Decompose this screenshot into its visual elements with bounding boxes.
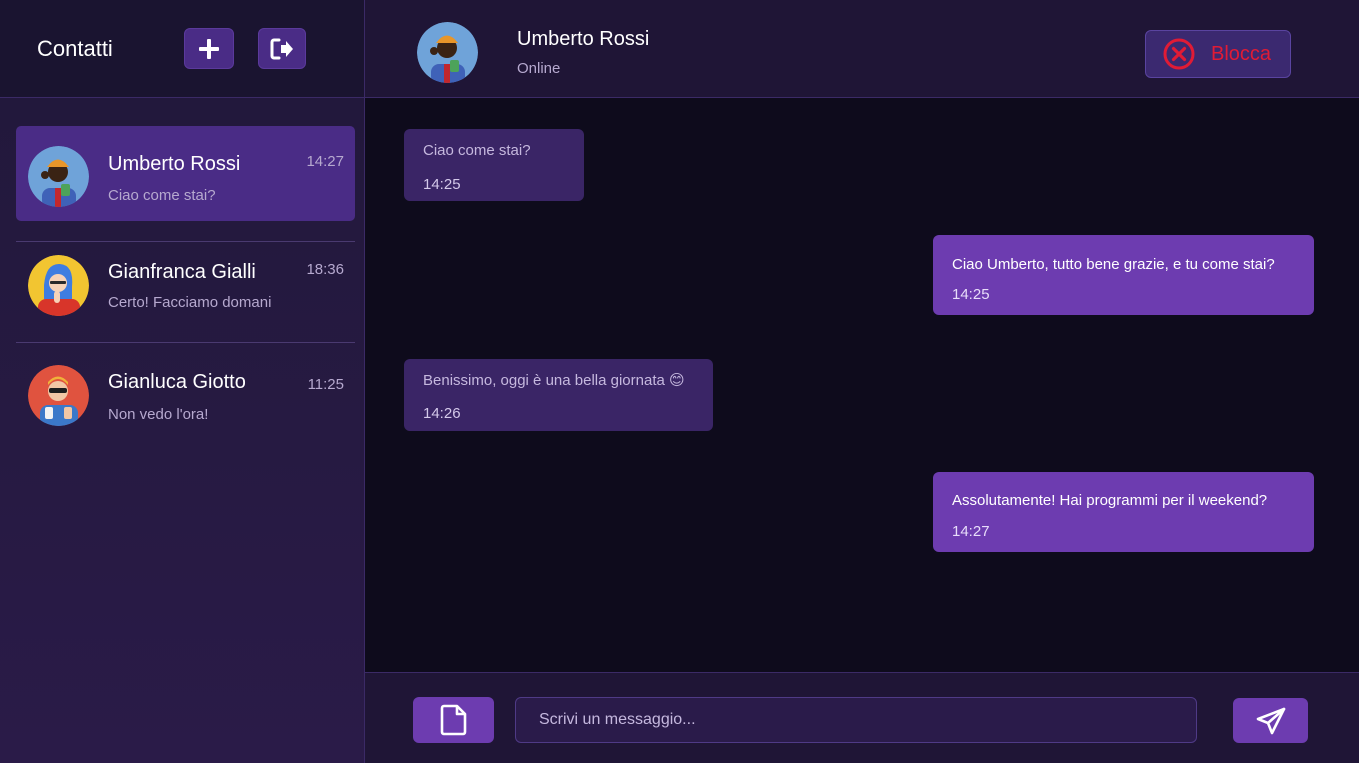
contact-name: Gianfranca Gialli <box>108 261 256 283</box>
add-contact-button[interactable] <box>184 28 234 69</box>
contact-time: 18:36 <box>306 261 344 278</box>
message-time: 14:27 <box>952 523 990 540</box>
contact-preview: Certo! Facciamo domani <box>108 294 272 311</box>
contact-item-umberto-rossi[interactable]: Umberto Rossi Ciao come stai? 14:27 <box>16 126 355 221</box>
message-text: Benissimo, oggi è una bella giornata <box>423 372 665 389</box>
block-button[interactable]: Blocca <box>1145 30 1291 78</box>
avatar <box>28 255 89 316</box>
logout-button[interactable] <box>258 28 306 69</box>
contact-name: Umberto Rossi <box>108 153 241 175</box>
message-time: 14:26 <box>423 405 461 422</box>
chat-header: Umberto Rossi Online Blocca <box>365 0 1359 98</box>
contact-time: 14:27 <box>306 153 344 170</box>
contact-item-gianfranca-gialli[interactable]: Gianfranca Gialli Certo! Facciamo domani… <box>16 242 355 337</box>
close-circle-icon <box>1163 38 1195 70</box>
messages-area: Ciao come stai? 14:25 Ciao Umberto, tutt… <box>365 98 1359 672</box>
smile-emoji-icon: 😊 <box>669 372 685 389</box>
message-time: 14:25 <box>952 286 990 303</box>
sidebar-title: Contatti <box>37 36 113 61</box>
contact-preview: Non vedo l'ora! <box>108 406 209 423</box>
file-icon <box>440 704 466 736</box>
chat-avatar <box>417 22 478 83</box>
contact-preview: Ciao come stai? <box>108 187 216 204</box>
avatar <box>28 365 89 426</box>
message-text: Assolutamente! Hai programmi per il week… <box>952 492 1268 509</box>
message-outgoing: Ciao Umberto, tutto bene grazie, e tu co… <box>933 235 1314 315</box>
message-incoming: Ciao come stai? 14:25 <box>404 129 584 201</box>
contact-name: Gianluca Giotto <box>108 371 246 393</box>
send-button[interactable] <box>1233 698 1308 743</box>
message-text-row: Benissimo, oggi è una bella giornata 😊 <box>423 371 685 389</box>
message-incoming: Benissimo, oggi è una bella giornata 😊 1… <box>404 359 713 431</box>
message-input[interactable] <box>515 697 1197 743</box>
avatar <box>28 146 89 207</box>
send-icon <box>1256 707 1285 734</box>
chat-contact-status: Online <box>517 60 561 77</box>
contacts-sidebar: Contatti Umberto Rossi Ciao come stai? 1… <box>0 0 365 763</box>
chat-app: Contatti Umberto Rossi Ciao come stai? 1… <box>0 0 1359 763</box>
sidebar-header: Contatti <box>0 0 364 98</box>
logout-icon <box>270 38 293 59</box>
attach-file-button[interactable] <box>413 697 494 743</box>
message-time: 14:25 <box>423 176 461 193</box>
chat-contact-name: Umberto Rossi <box>517 28 650 50</box>
plus-icon <box>199 38 219 59</box>
message-outgoing: Assolutamente! Hai programmi per il week… <box>933 472 1314 552</box>
message-text: Ciao come stai? <box>423 142 531 159</box>
contact-item-gianluca-giotto[interactable]: Gianluca Giotto Non vedo l'ora! 11:25 <box>16 343 355 438</box>
message-input-bar <box>365 672 1359 763</box>
contact-time: 11:25 <box>307 376 344 393</box>
block-button-label: Blocca <box>1211 42 1272 65</box>
message-text: Ciao Umberto, tutto bene grazie, e tu co… <box>952 256 1275 273</box>
